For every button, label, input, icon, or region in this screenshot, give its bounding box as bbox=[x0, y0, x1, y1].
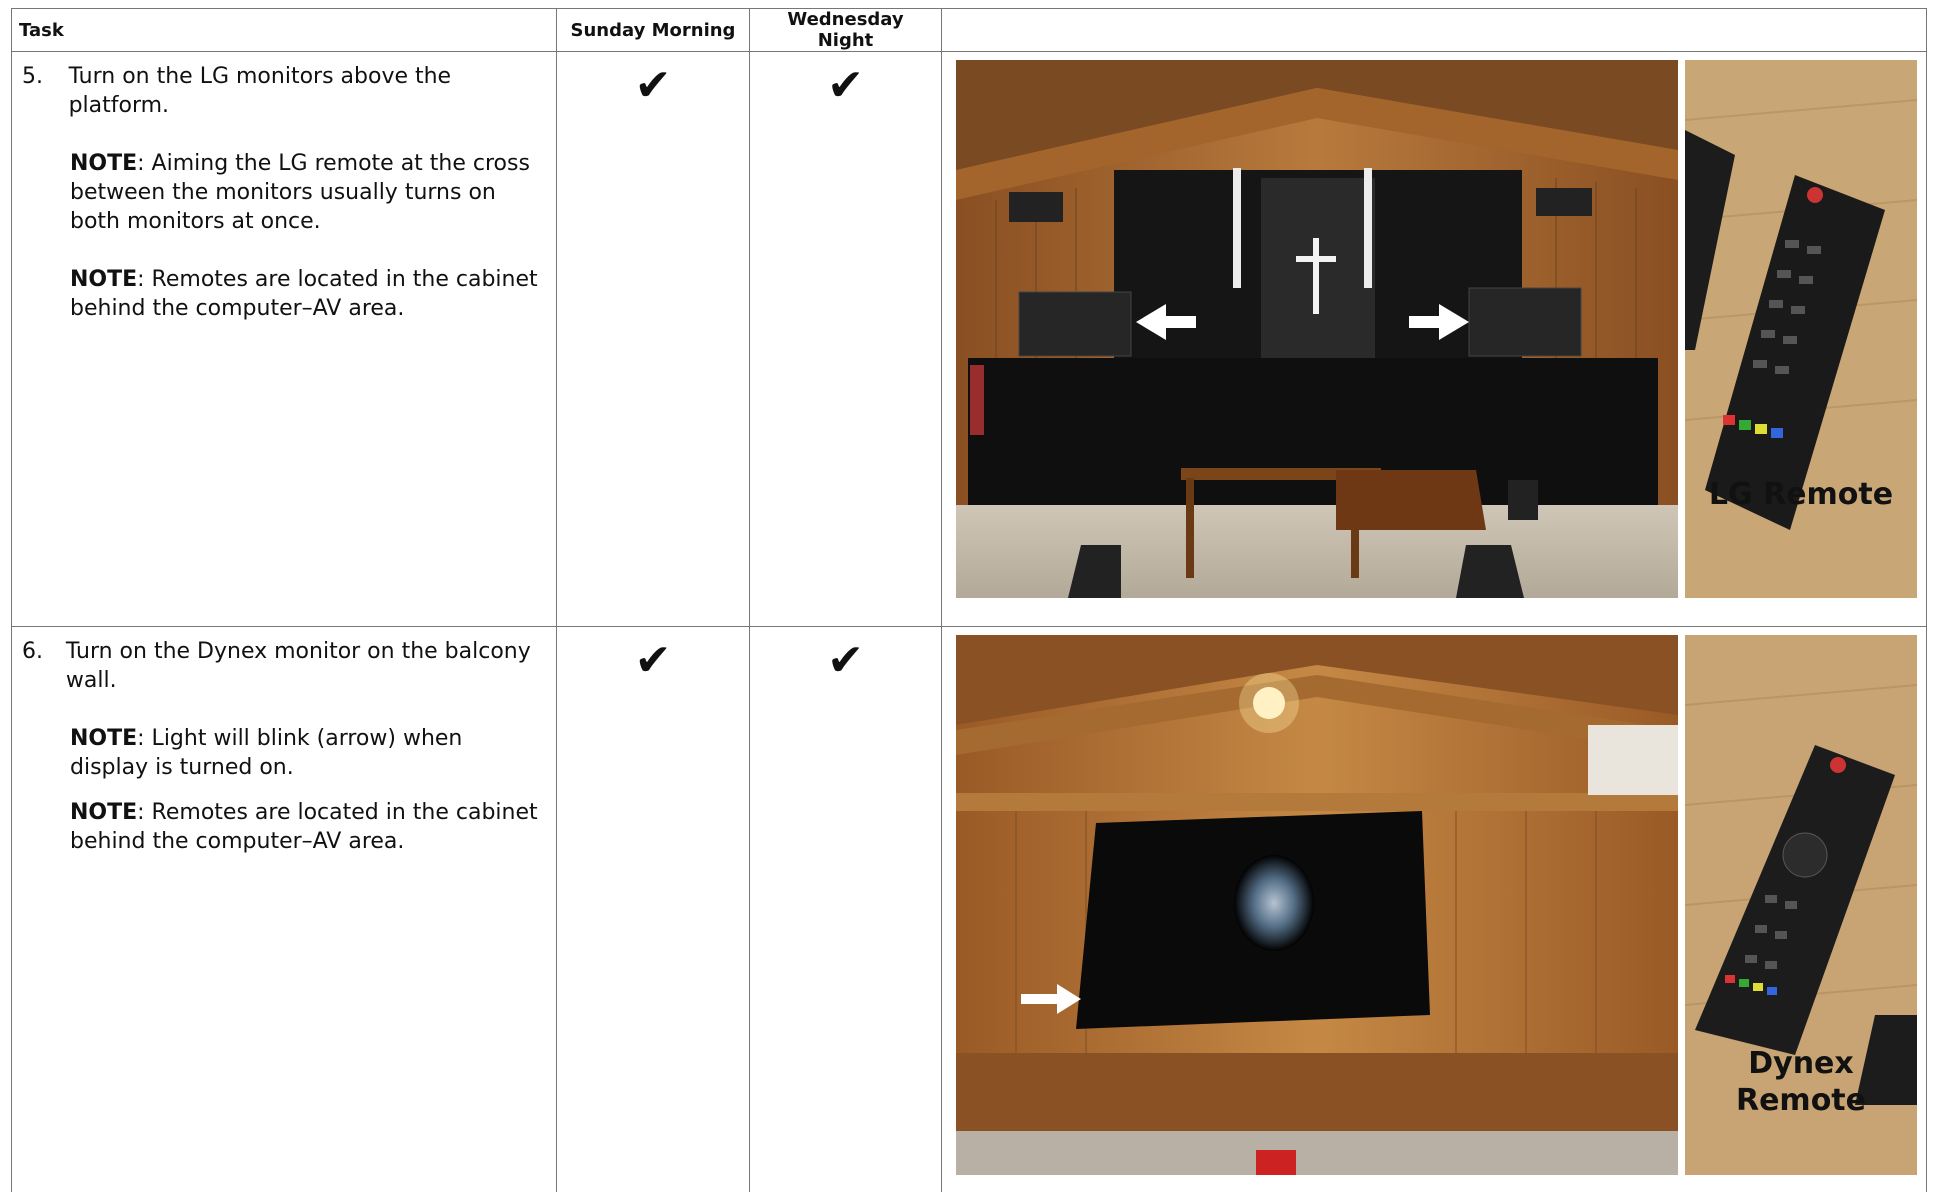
task-number: 5. bbox=[22, 62, 69, 120]
header-photos bbox=[942, 9, 1927, 52]
wednesday-check: ✔ bbox=[750, 52, 942, 627]
table-row: 6. Turn on the Dynex monitor on the balc… bbox=[12, 627, 1927, 1192]
dynex-remote-photo: Dynex Remote bbox=[1685, 635, 1917, 1175]
task-note: NOTE: Remotes are located in the cabinet… bbox=[70, 798, 544, 856]
lg-remote-photo: LG Remote bbox=[1685, 60, 1917, 598]
task-text: Turn on the LG monitors above the platfo… bbox=[69, 62, 544, 120]
header-row: Task Sunday Morning Wednesday Night bbox=[12, 9, 1927, 52]
task-cell: 5. Turn on the LG monitors above the pla… bbox=[12, 52, 557, 627]
photo-cell: LG Remote bbox=[942, 52, 1927, 627]
table-row: 5. Turn on the LG monitors above the pla… bbox=[12, 52, 1927, 627]
sunday-check: ✔ bbox=[557, 627, 750, 1192]
task-text: Turn on the Dynex monitor on the balcony… bbox=[66, 637, 544, 695]
lg-remote-caption: LG Remote bbox=[1685, 476, 1917, 513]
header-task: Task bbox=[12, 9, 557, 52]
task-table: Task Sunday Morning Wednesday Night 5. T… bbox=[11, 8, 1927, 1192]
task-note: NOTE: Light will blink (arrow) when disp… bbox=[70, 724, 544, 782]
wednesday-check: ✔ bbox=[750, 627, 942, 1192]
task-checklist-page: Task Sunday Morning Wednesday Night 5. T… bbox=[11, 8, 1926, 1160]
photo-cell: Dynex Remote bbox=[942, 627, 1927, 1192]
task-note: NOTE: Remotes are located in the cabinet… bbox=[70, 265, 544, 323]
task-cell: 6. Turn on the Dynex monitor on the balc… bbox=[12, 627, 557, 1192]
header-sunday-morning: Sunday Morning bbox=[557, 9, 750, 52]
header-wednesday-night: Wednesday Night bbox=[750, 9, 942, 52]
sunday-check: ✔ bbox=[557, 52, 750, 627]
task-number: 6. bbox=[22, 637, 66, 695]
sanctuary-monitors-photo bbox=[956, 60, 1678, 598]
balcony-monitor-photo bbox=[956, 635, 1678, 1175]
dynex-remote-caption: Dynex Remote bbox=[1685, 1045, 1917, 1119]
task-note: NOTE: Aiming the LG remote at the cross … bbox=[70, 149, 544, 236]
